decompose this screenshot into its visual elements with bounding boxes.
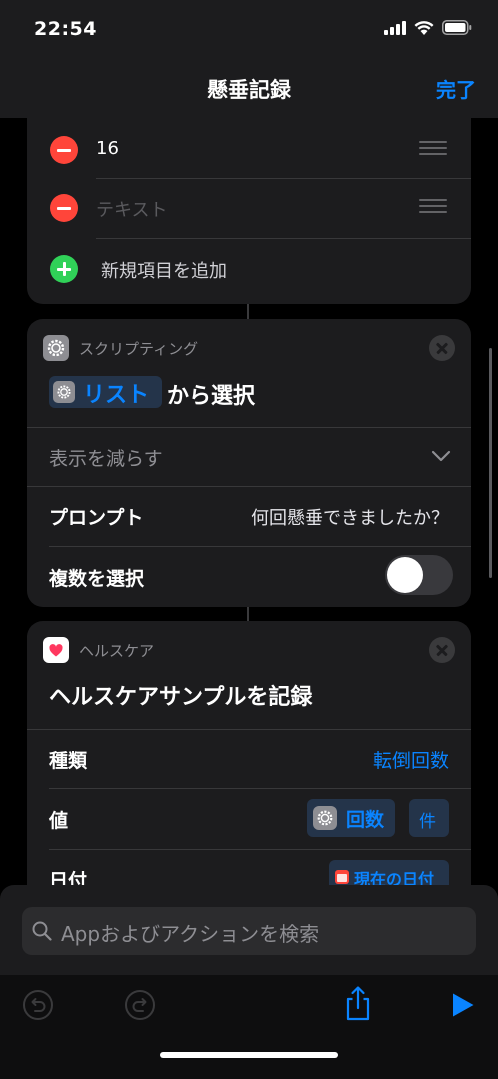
- toggle-knob: [387, 557, 423, 593]
- delete-item-icon[interactable]: [50, 136, 78, 164]
- action-connector: [247, 304, 249, 319]
- type-value[interactable]: 転倒回数: [373, 746, 449, 773]
- log-health-sample-card: ヘルスケア ヘルスケアサンプルを記録 種類 転倒回数 値 回数 件 日付 現在の…: [27, 621, 471, 888]
- undo-icon[interactable]: [22, 989, 54, 1021]
- unit-label: 件: [419, 812, 436, 832]
- count-variable-chip[interactable]: 回数: [307, 799, 395, 837]
- delete-item-icon[interactable]: [50, 194, 78, 222]
- list-item-placeholder[interactable]: テキスト: [96, 196, 167, 222]
- prompt-label: プロンプト: [49, 507, 144, 529]
- action-search-panel: Appおよびアクションを検索: [0, 885, 498, 1079]
- type-label: 種類: [49, 750, 88, 772]
- share-icon[interactable]: [343, 985, 373, 1021]
- action-connector: [247, 607, 249, 621]
- status-time: 22:54: [34, 18, 97, 40]
- done-button[interactable]: 完了: [436, 74, 476, 103]
- chevron-down-icon: [431, 450, 451, 462]
- action-category: ヘルスケア: [79, 642, 155, 660]
- reorder-handle-icon[interactable]: [419, 199, 447, 215]
- scripting-gear-icon: [53, 381, 75, 403]
- run-play-icon[interactable]: [451, 992, 475, 1018]
- date-row: 日付 現在の日付: [27, 850, 471, 888]
- list-item: テキスト: [27, 179, 471, 238]
- battery-icon: [442, 20, 472, 35]
- value-label: 値: [49, 810, 69, 832]
- remove-action-icon[interactable]: [429, 637, 455, 663]
- status-bar: 22:54: [0, 0, 498, 60]
- list-item: 16: [27, 118, 471, 178]
- action-category: スクリプティング: [79, 340, 199, 358]
- add-item-label[interactable]: 新規項目を追加: [101, 257, 227, 283]
- scripting-gear-icon: [313, 806, 337, 830]
- add-item-row[interactable]: 新規項目を追加: [27, 239, 471, 299]
- select-multiple-row: 複数を選択: [27, 547, 471, 607]
- add-item-icon[interactable]: [50, 255, 78, 283]
- home-indicator: [160, 1052, 338, 1058]
- list-action-card: 16 テキスト 新規項目を追加: [27, 118, 471, 304]
- health-app-icon: [43, 637, 69, 663]
- search-icon: [32, 921, 52, 941]
- current-date-chip[interactable]: 現在の日付: [329, 860, 449, 888]
- list-variable-chip[interactable]: リスト: [49, 376, 162, 408]
- list-variable-label: リスト: [83, 383, 150, 408]
- select-multiple-toggle[interactable]: [385, 555, 453, 595]
- scripting-gear-icon: [43, 335, 69, 361]
- calendar-icon: [335, 870, 349, 884]
- show-less-label: 表示を減らす: [49, 448, 163, 470]
- prompt-field[interactable]: 何回懸垂できましたか？: [251, 504, 449, 530]
- bottom-toolbar: [0, 975, 498, 1079]
- show-less-row[interactable]: 表示を減らす: [27, 428, 471, 486]
- workflow-editor[interactable]: 16 テキスト 新規項目を追加 スクリプティング リスト から選択 表示を減らす…: [0, 118, 498, 888]
- action-title: ヘルスケアサンプルを記録: [49, 685, 313, 710]
- page-title: 懸垂記録: [207, 78, 291, 102]
- action-title: から選択: [167, 384, 256, 409]
- wifi-icon: [414, 21, 434, 35]
- list-item-text[interactable]: 16: [96, 138, 119, 159]
- choose-from-list-card: スクリプティング リスト から選択 表示を減らす プロンプト 何回懸垂できました…: [27, 319, 471, 607]
- cellular-signal-icon: [384, 20, 406, 35]
- value-row: 値 回数 件: [27, 789, 471, 849]
- prompt-row[interactable]: プロンプト 何回懸垂できましたか？: [27, 487, 471, 546]
- type-row[interactable]: 種類 転倒回数: [27, 730, 471, 788]
- search-placeholder: Appおよびアクションを検索: [61, 922, 320, 946]
- unit-chip[interactable]: 件: [409, 799, 449, 837]
- remove-action-icon[interactable]: [429, 335, 455, 361]
- status-icons: [384, 20, 472, 35]
- select-multiple-label: 複数を選択: [49, 568, 145, 590]
- action-search-field[interactable]: Appおよびアクションを検索: [22, 907, 476, 955]
- count-variable-label: 回数: [346, 809, 385, 831]
- scroll-indicator[interactable]: [489, 348, 492, 578]
- redo-icon[interactable]: [124, 989, 156, 1021]
- reorder-handle-icon[interactable]: [419, 141, 447, 157]
